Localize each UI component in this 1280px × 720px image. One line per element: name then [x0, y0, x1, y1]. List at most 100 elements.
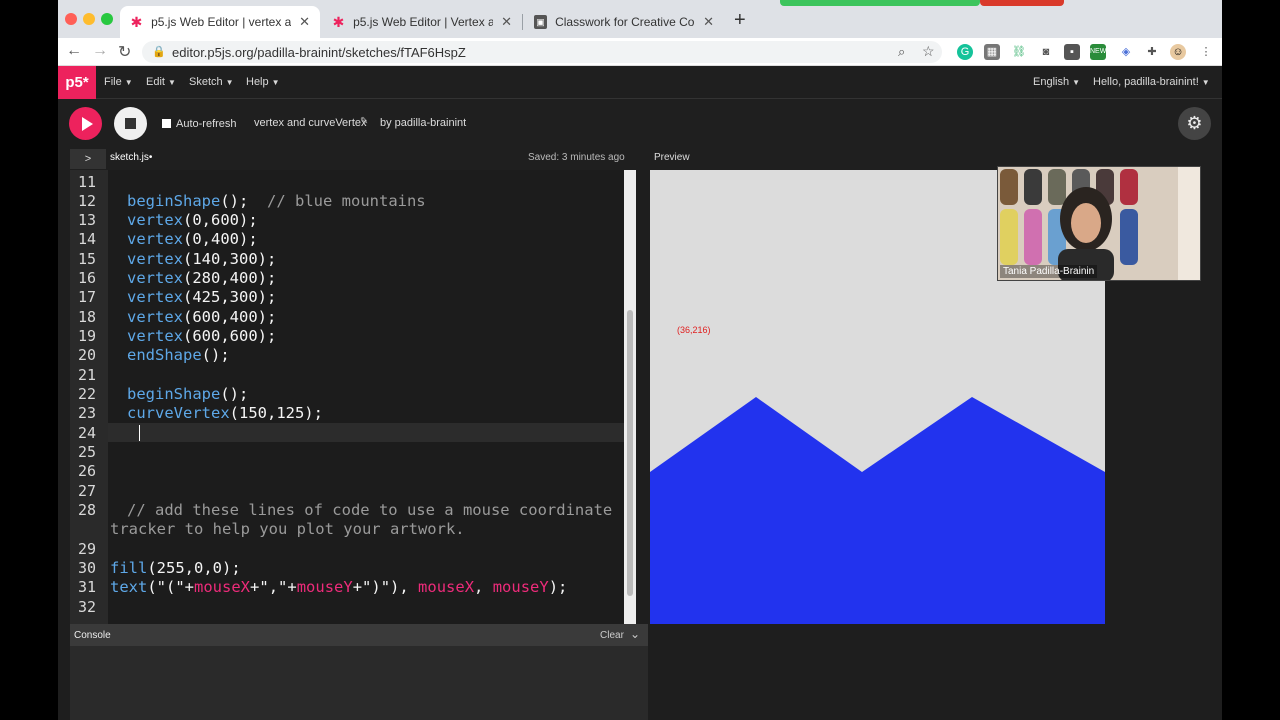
maximize-window-button[interactable]	[101, 13, 113, 25]
code-editor[interactable]: 11 12 13 14 15 16 17 18 19 20 21 22 23 2…	[70, 170, 636, 624]
close-icon[interactable]: ✕	[703, 14, 714, 30]
code-line-22: beginShape();	[127, 385, 248, 403]
caret-down-icon: ▼	[271, 78, 280, 87]
bookmark-star-icon[interactable]: ☆	[922, 43, 935, 60]
menu-label: Sketch	[189, 76, 223, 88]
close-window-button[interactable]	[65, 13, 77, 25]
code-line-31: text("("+mouseX+","+mouseY+")"), mouseX,…	[110, 578, 568, 596]
caret-down-icon: ▼	[167, 78, 176, 87]
code-token: ();	[220, 385, 249, 403]
tab-title: Classwork for Creative Comput	[555, 15, 695, 29]
sketch-name[interactable]: vertex and curveVertex	[254, 117, 367, 129]
pocket-icon[interactable]: ◙	[1038, 44, 1054, 60]
stop-share-indicator	[980, 0, 1064, 6]
url-field[interactable]: 🔒 editor.p5js.org/padilla-brainint/sketc…	[142, 41, 942, 63]
reload-icon[interactable]: ↻	[118, 42, 131, 62]
link-extension-icon[interactable]: ⛓	[1011, 44, 1027, 60]
code-line-13: vertex(0,600);	[127, 211, 258, 229]
code-string: ","	[259, 578, 288, 596]
code-token: (150,125);	[229, 404, 323, 422]
code-line-30: fill(255,0,0);	[110, 559, 241, 577]
line-number: 26	[77, 462, 96, 480]
pencil-icon[interactable]: ✎	[360, 116, 368, 127]
code-token: ();	[220, 192, 267, 210]
line-number: 23	[77, 404, 96, 422]
code-line-18: vertex(600,400);	[127, 308, 276, 326]
puzzle-icon[interactable]: ✚	[1144, 44, 1160, 60]
code-line-28-wrap: tracker to help you plot your artwork.	[110, 520, 465, 538]
browser-tab-2[interactable]: ✱ p5.js Web Editor | Vertex and C ✕	[322, 6, 522, 38]
code-token: curveVertex	[127, 404, 230, 422]
language-menu[interactable]: English ▼	[1033, 76, 1080, 88]
user-menu[interactable]: Hello, padilla-brainint! ▼	[1093, 76, 1210, 88]
editor-scrollbar[interactable]	[624, 170, 636, 624]
zoom-icon[interactable]: ⌕	[898, 44, 905, 60]
caret-down-icon: ▼	[124, 78, 133, 87]
browser-tab-3[interactable]: ▣ Classwork for Creative Comput ✕	[524, 6, 724, 38]
code-token: (280,400);	[183, 269, 277, 287]
scrollbar-thumb[interactable]	[627, 310, 633, 596]
extension-icon[interactable]: ▦	[984, 44, 1000, 60]
tab-separator	[522, 14, 523, 30]
language-label: English	[1033, 76, 1070, 88]
code-token: vertex	[127, 288, 183, 306]
line-number: 15	[77, 250, 96, 268]
minimize-window-button[interactable]	[83, 13, 95, 25]
menu-edit[interactable]: Edit ▼	[146, 76, 176, 88]
gear-icon[interactable]: ⚙	[1178, 107, 1211, 140]
extension-icon[interactable]: ▪	[1064, 44, 1080, 60]
expand-sidebar-button[interactable]: >	[70, 149, 106, 169]
asterisk-icon: ✱	[130, 13, 143, 30]
console-header: Console Clear ⌄	[70, 624, 648, 646]
tab-title: p5.js Web Editor | Vertex and C	[353, 15, 494, 29]
code-token: (255,0,0);	[147, 559, 241, 577]
chevron-down-icon[interactable]: ⌄	[630, 627, 640, 641]
more-menu-icon[interactable]: ⋮	[1198, 44, 1214, 60]
code-variable: mouseY	[492, 578, 549, 596]
auto-refresh-checkbox[interactable]	[162, 119, 171, 128]
grammarly-extension-icon[interactable]: G	[957, 44, 973, 60]
forward-icon[interactable]: →	[92, 42, 108, 60]
play-button[interactable]	[69, 107, 102, 140]
line-number: 22	[77, 385, 96, 403]
p5-logo[interactable]: p5*	[58, 66, 96, 99]
menu-help[interactable]: Help ▼	[246, 76, 280, 88]
console-clear-button[interactable]: Clear	[600, 630, 624, 641]
code-variable: mouseX	[194, 578, 251, 596]
tab-title: p5.js Web Editor | vertex and c	[151, 15, 292, 29]
code-token: (425,300);	[183, 288, 277, 306]
classroom-icon: ▣	[534, 15, 548, 29]
text-cursor	[139, 425, 140, 441]
file-tab[interactable]: sketch.js•	[110, 152, 152, 163]
caret-down-icon: ▼	[1201, 78, 1210, 87]
browser-tab-1[interactable]: ✱ p5.js Web Editor | vertex and c ✕	[120, 6, 320, 38]
share-indicator	[780, 0, 980, 6]
user-label: Hello, padilla-brainint!	[1093, 76, 1199, 88]
new-badge-extension-icon[interactable]: NEW	[1090, 44, 1106, 60]
line-number: 28	[77, 501, 96, 519]
code-token: vertex	[127, 250, 183, 268]
webcam-video	[998, 167, 1200, 280]
close-icon[interactable]: ✕	[501, 14, 512, 30]
code-token: (600,400);	[183, 308, 277, 326]
stop-button[interactable]	[114, 107, 147, 140]
line-number: 16	[77, 269, 96, 287]
menu-file[interactable]: File ▼	[104, 76, 133, 88]
code-line-28: // add these lines of code to use a mous…	[127, 501, 612, 519]
extension-icon[interactable]: ◈	[1118, 44, 1134, 60]
code-line-20: endShape();	[127, 346, 230, 364]
profile-avatar[interactable]: ☺	[1170, 44, 1186, 60]
code-line-12: beginShape(); // blue mountains	[127, 192, 426, 210]
code-variable: mouseX	[418, 578, 475, 596]
new-tab-button[interactable]: +	[734, 9, 746, 32]
menu-sketch[interactable]: Sketch ▼	[189, 76, 234, 88]
saved-status: Saved: 3 minutes ago	[528, 152, 625, 163]
back-icon[interactable]: ←	[66, 42, 82, 60]
browser-tab-bar: ✱ p5.js Web Editor | vertex and c ✕ ✱ p5…	[58, 0, 1222, 38]
code-line-14: vertex(0,400);	[127, 230, 258, 248]
code-line-19: vertex(600,600);	[127, 327, 276, 345]
line-number: 21	[77, 366, 96, 384]
line-number: 11	[77, 173, 96, 191]
close-icon[interactable]: ✕	[299, 14, 310, 30]
sketch-author: by padilla-brainint	[380, 117, 467, 129]
